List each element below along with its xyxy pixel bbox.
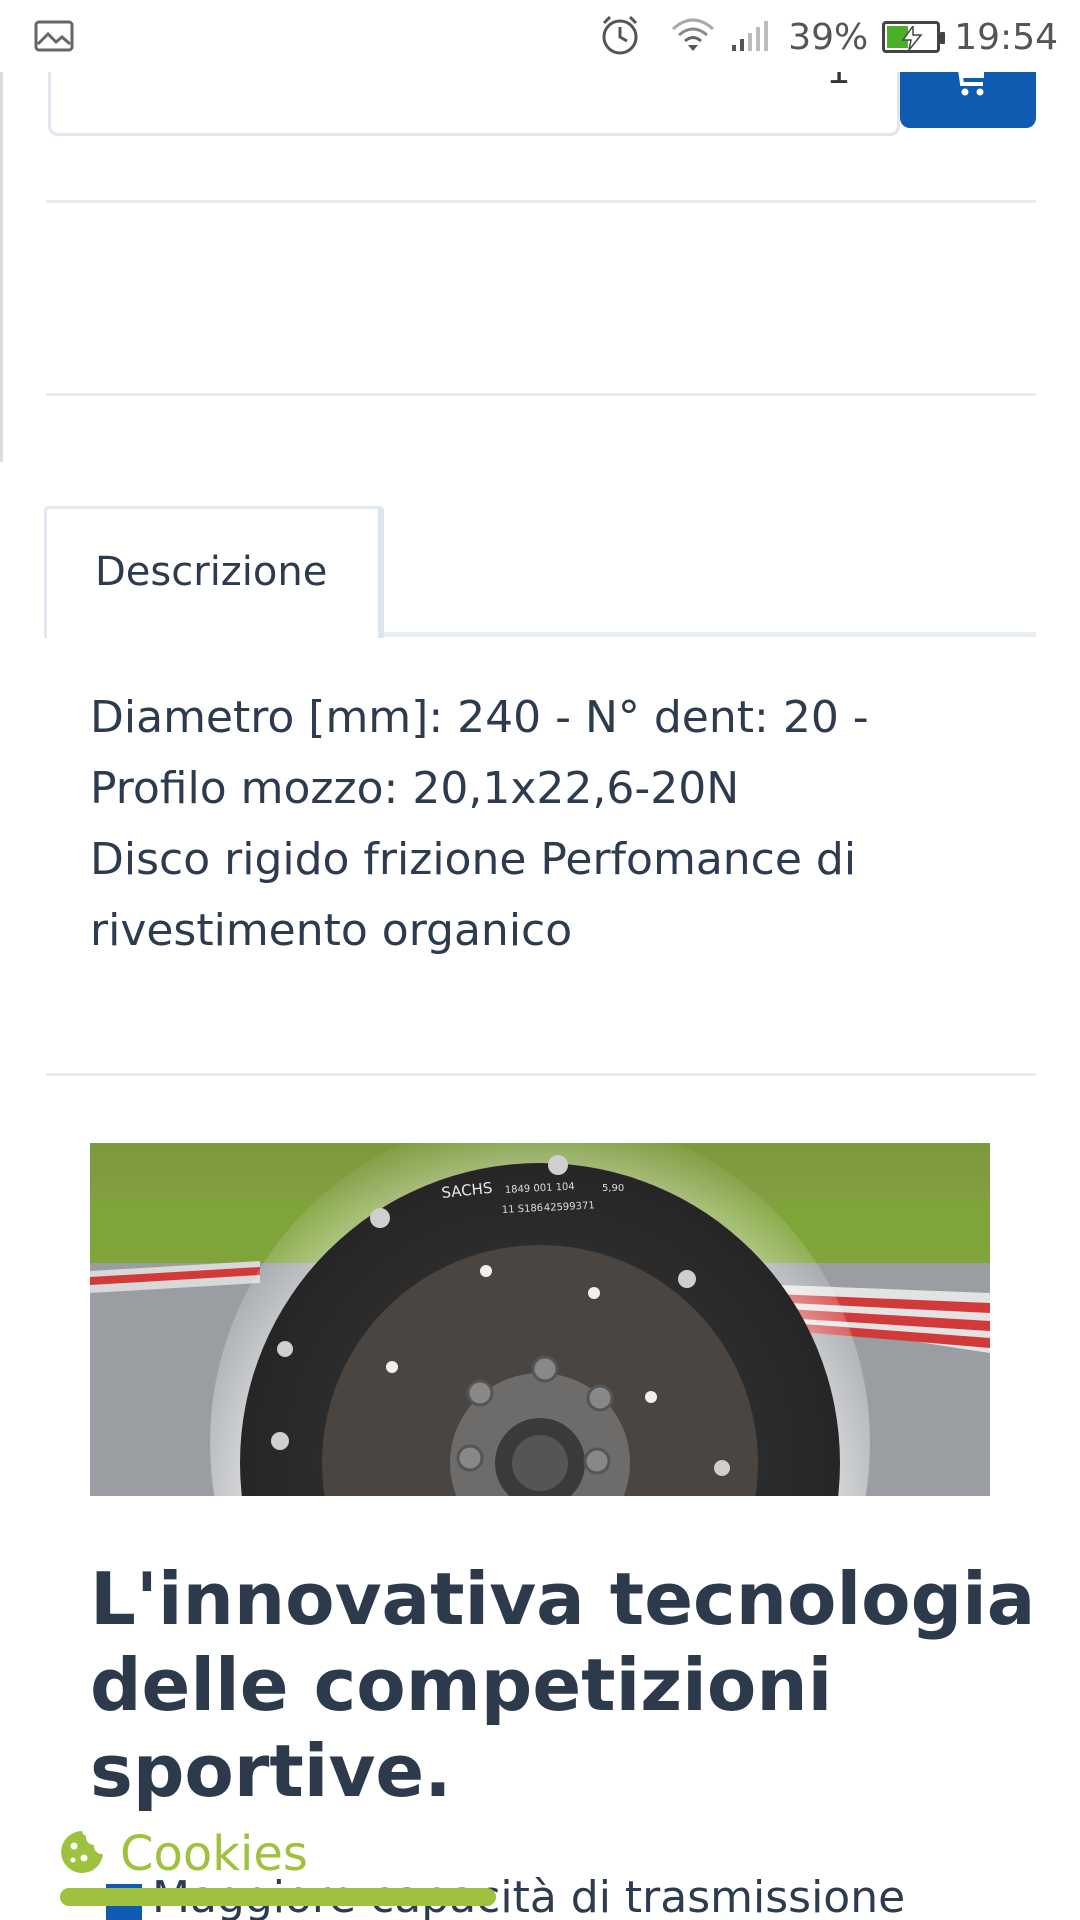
status-bar: 39% 19:54 bbox=[0, 0, 1080, 72]
disc-print-code: 11 S186 bbox=[502, 1203, 544, 1216]
cookies-button[interactable]: Cookies bbox=[58, 1826, 308, 1882]
wifi-icon bbox=[670, 15, 716, 59]
divider bbox=[46, 1073, 1036, 1076]
description-line: Profilo mozzo: 20,1x22,6-20N bbox=[90, 763, 740, 814]
headline-line: L'innovativa tecnologia bbox=[90, 1557, 1036, 1641]
divider bbox=[46, 200, 1036, 203]
cookies-label: Cookies bbox=[120, 1826, 308, 1882]
tab-label: Descrizione bbox=[95, 549, 328, 595]
section-headline: L'innovativa tecnologia delle competizio… bbox=[90, 1556, 1050, 1814]
clock: 19:54 bbox=[954, 16, 1058, 58]
divider bbox=[46, 393, 1036, 396]
battery-icon bbox=[882, 21, 946, 53]
headline-line: sportive. bbox=[90, 1729, 452, 1813]
product-image: SACHS 1849 001 104 11 S186 42599371 5,90 bbox=[90, 1143, 990, 1496]
product-description: Diametro [mm]: 240 - N° dent: 20 - Profi… bbox=[90, 682, 1010, 966]
description-line: rivestimento organico bbox=[90, 905, 573, 956]
battery-percent: 39% bbox=[788, 16, 869, 58]
tab-bar-line bbox=[384, 632, 1036, 637]
signal-icon bbox=[730, 17, 774, 57]
description-line: Disco rigido frizione Perfomance di bbox=[90, 834, 857, 885]
headline-line: delle competizioni bbox=[90, 1643, 833, 1727]
disc-print-code: 5,90 bbox=[602, 1183, 624, 1194]
cookies-underline bbox=[60, 1888, 496, 1906]
gallery-icon bbox=[34, 20, 74, 56]
cookie-icon bbox=[58, 1828, 106, 1880]
drawer-edge bbox=[0, 72, 3, 462]
tab-descrizione[interactable]: Descrizione bbox=[44, 506, 384, 638]
alarm-icon bbox=[598, 13, 642, 61]
description-line: Diametro [mm]: 240 - N° dent: 20 - bbox=[90, 692, 869, 743]
